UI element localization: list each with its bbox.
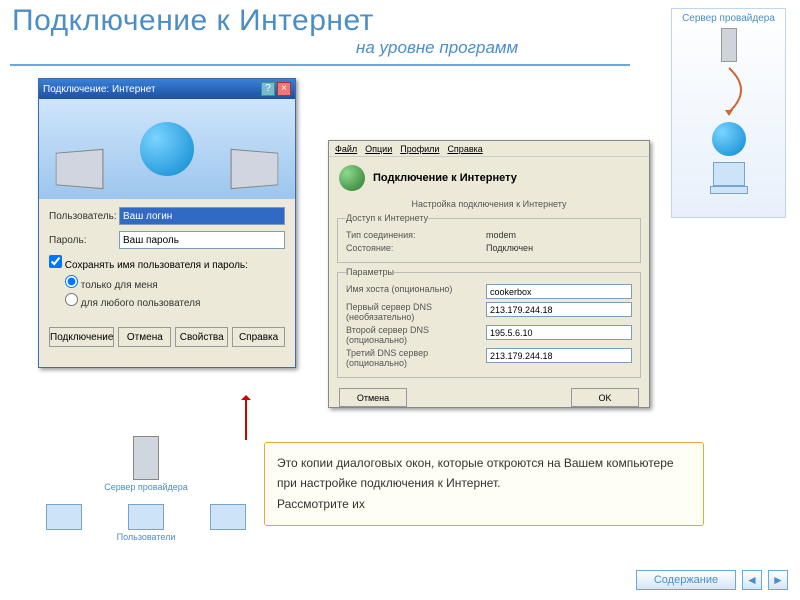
side-server-label: Сервер провайдера	[672, 13, 785, 24]
laptop-icon	[56, 149, 104, 189]
params-legend: Параметры	[346, 267, 394, 277]
divider	[10, 64, 630, 66]
connect-button[interactable]: Подключение	[49, 327, 114, 347]
side-panel: Сервер провайдера	[671, 8, 786, 218]
globe-icon	[712, 122, 746, 156]
dns1-label: Первый сервер DNS (необязательно)	[346, 302, 486, 322]
bottom-nav: Содержание ◄ ►	[636, 570, 788, 590]
state-value: Подключен	[486, 243, 533, 253]
dns3-label: Третий DNS сервер (опционально)	[346, 348, 486, 368]
save-credentials-label: Сохранять имя пользователя и пароль:	[65, 260, 248, 271]
page-title: Подключение к Интернет	[12, 4, 374, 38]
save-credentials-checkbox[interactable]	[49, 255, 62, 268]
toc-button[interactable]: Содержание	[636, 570, 736, 590]
cancel-button[interactable]: Отмена	[118, 327, 171, 347]
user-input[interactable]	[119, 207, 285, 225]
menu-help[interactable]: Справка	[447, 144, 482, 154]
password-input[interactable]	[119, 231, 285, 249]
settings-subtitle: Настройка подключения к Интернету	[329, 199, 649, 209]
next-button[interactable]: ►	[768, 570, 788, 590]
monitor-icon	[713, 162, 745, 186]
password-label: Пароль:	[49, 235, 119, 246]
cancel-button[interactable]: Отмена	[339, 388, 407, 407]
host-input[interactable]	[486, 284, 632, 299]
page-subtitle: на уровне программ	[356, 38, 518, 58]
help-icon[interactable]: ?	[261, 82, 275, 96]
dns3-input[interactable]	[486, 348, 632, 363]
access-group: Доступ к Интернету Тип соединения:modem …	[337, 213, 641, 263]
computer-base-icon	[710, 186, 748, 194]
settings-dialog: Файл Опции Профили Справка Подключение к…	[328, 140, 650, 408]
conn-type-label: Тип соединения:	[346, 230, 486, 240]
internet-icon	[339, 165, 365, 191]
network-diagram: Сервер провайдера Пользователи	[46, 436, 246, 566]
dns2-input[interactable]	[486, 325, 632, 340]
menubar: Файл Опции Профили Справка	[329, 141, 649, 157]
access-legend: Доступ к Интернету	[346, 213, 428, 223]
info-box: Это копии диалоговых окон, которые откро…	[264, 442, 704, 526]
info-line: при настройке подключения к Интернет.	[277, 473, 691, 493]
laptop-icon	[231, 149, 279, 189]
client-pc-icon	[46, 504, 82, 530]
users-label: Пользователи	[46, 532, 246, 542]
menu-options[interactable]: Опции	[365, 144, 392, 154]
help-button[interactable]: Справка	[232, 327, 285, 347]
radio-any-user-label: для любого пользователя	[81, 298, 201, 309]
ok-button[interactable]: OK	[571, 388, 639, 407]
connect-dialog: Подключение: Интернет ?× Пользователь: П…	[38, 78, 296, 368]
callout-arrow-icon	[245, 398, 247, 440]
menu-file[interactable]: Файл	[335, 144, 357, 154]
globe-icon	[140, 122, 194, 176]
prev-button[interactable]: ◄	[742, 570, 762, 590]
conn-type-value: modem	[486, 230, 516, 240]
info-line: Это копии диалоговых окон, которые откро…	[277, 453, 691, 473]
dns2-label: Второй сервер DNS (опционально)	[346, 325, 486, 345]
user-label: Пользователь:	[49, 211, 119, 222]
params-group: Параметры Имя хоста (опционально) Первый…	[337, 267, 641, 378]
client-pc-icon	[210, 504, 246, 530]
host-label: Имя хоста (опционально)	[346, 284, 486, 299]
menu-profiles[interactable]: Профили	[400, 144, 439, 154]
radio-only-me-label: только для меня	[81, 280, 158, 291]
dns1-input[interactable]	[486, 302, 632, 317]
info-line: Рассмотрите их	[277, 494, 691, 514]
client-pc-icon	[128, 504, 164, 530]
settings-title: Подключение к Интернету	[373, 172, 517, 184]
close-icon[interactable]: ×	[277, 82, 291, 96]
state-label: Состояние:	[346, 243, 486, 253]
radio-only-me[interactable]	[65, 275, 78, 288]
dialog-title: Подключение: Интернет	[43, 84, 156, 95]
connection-arrow-icon	[699, 66, 759, 116]
radio-any-user[interactable]	[65, 293, 78, 306]
server-icon	[133, 436, 159, 480]
server-tower-icon	[721, 28, 737, 62]
dialog-banner	[39, 99, 295, 199]
server-label: Сервер провайдера	[46, 482, 246, 492]
properties-button[interactable]: Свойства	[175, 327, 228, 347]
dialog-titlebar[interactable]: Подключение: Интернет ?×	[39, 79, 295, 99]
